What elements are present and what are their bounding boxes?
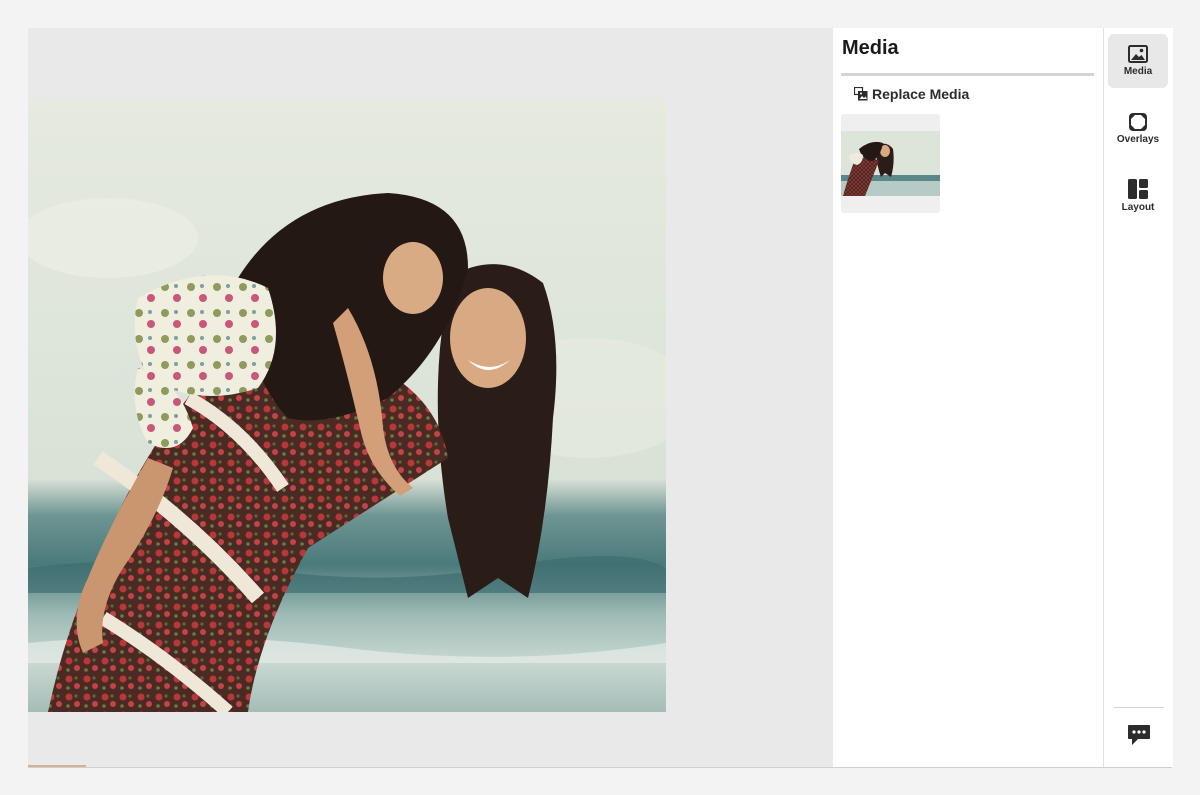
rail-label-overlays: Overlays (1116, 134, 1160, 145)
stage-accent-bar (28, 765, 86, 767)
app-window: Media Replace Media Media Overlays Layou… (28, 28, 1173, 768)
panel-title: Media (842, 37, 899, 59)
canvas-stage[interactable] (28, 28, 833, 767)
rail-label-media: Media (1123, 66, 1153, 77)
rail-label-layout: Layout (1121, 202, 1155, 213)
overlays-icon (1129, 113, 1147, 131)
media-panel: Media Replace Media (833, 28, 1103, 767)
photo-illustration (28, 98, 666, 712)
chat-feedback-icon (1128, 725, 1150, 745)
rail-tab-layout[interactable]: Layout (1108, 169, 1168, 223)
media-thumbnail[interactable] (841, 114, 940, 213)
rail-tab-media[interactable]: Media (1108, 34, 1168, 88)
rail-tab-overlays[interactable]: Overlays (1108, 102, 1168, 156)
tool-rail: Media Overlays Layout (1103, 28, 1173, 767)
thumbnail-image (841, 131, 940, 196)
image-icon (1128, 45, 1148, 63)
layout-icon (1128, 179, 1148, 199)
panel-divider (841, 73, 1094, 76)
replace-media-label: Replace Media (872, 86, 970, 102)
rail-divider (1114, 707, 1164, 708)
replace-media-button[interactable]: Replace Media (854, 84, 969, 104)
replace-media-icon (854, 87, 868, 101)
feedback-button[interactable] (1124, 720, 1154, 750)
main-photo[interactable] (28, 98, 666, 712)
thumbnail-illustration (841, 131, 940, 196)
